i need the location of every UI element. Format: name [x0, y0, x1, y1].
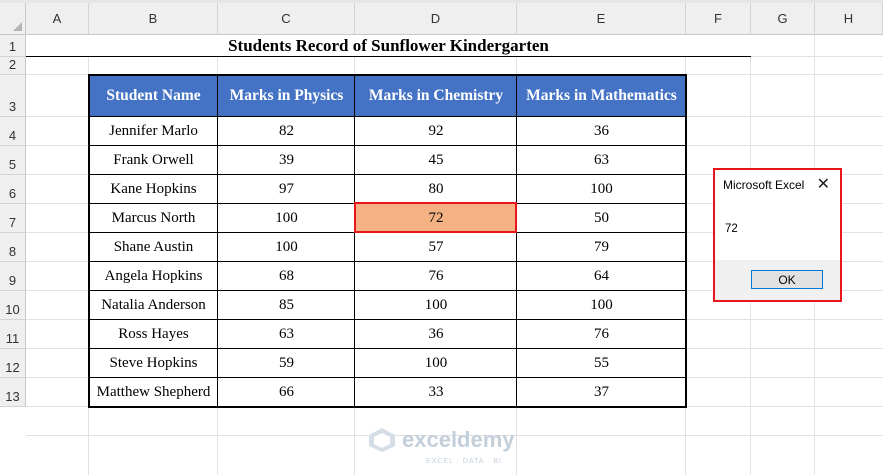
table-border-horizontal: [88, 348, 687, 349]
table-cell[interactable]: 92: [355, 117, 517, 146]
table-cell[interactable]: 57: [355, 233, 517, 262]
table-cell[interactable]: 76: [517, 320, 686, 349]
table-cell[interactable]: Matthew Shepherd: [89, 378, 218, 407]
row-header-6[interactable]: 6: [0, 175, 26, 204]
table-cell[interactable]: Ross Hayes: [89, 320, 218, 349]
table-border-horizontal: [88, 174, 687, 175]
row-header-13[interactable]: 13: [0, 378, 26, 407]
table-cell[interactable]: 66: [218, 378, 355, 407]
table-cell[interactable]: 82: [218, 117, 355, 146]
row-header-12[interactable]: 12: [0, 349, 26, 378]
table-cell[interactable]: 45: [355, 146, 517, 175]
row-header-11[interactable]: 11: [0, 320, 26, 349]
message-box: Microsoft Excel ✕ 72 OK: [713, 168, 842, 302]
watermark-tagline: EXCEL · DATA · BI: [426, 458, 502, 465]
table-border-horizontal: [88, 261, 687, 262]
table-cell[interactable]: 36: [355, 320, 517, 349]
column-header-c[interactable]: C: [218, 3, 355, 35]
table-border-horizontal: [88, 116, 687, 117]
dialog-title: Microsoft Excel: [723, 178, 805, 192]
table-cell[interactable]: 100: [218, 233, 355, 262]
table-cell[interactable]: 59: [218, 349, 355, 378]
table-border-horizontal: [88, 74, 687, 76]
table-cell[interactable]: 63: [218, 320, 355, 349]
row-header-1[interactable]: 1: [0, 35, 26, 57]
row-header-3[interactable]: 3: [0, 75, 26, 117]
row-header-10[interactable]: 10: [0, 291, 26, 320]
table-header-cell[interactable]: Student Name: [89, 75, 218, 117]
table-border-vertical: [685, 74, 687, 408]
table-header-cell[interactable]: Marks in Physics: [218, 75, 355, 117]
table-cell[interactable]: 33: [355, 378, 517, 407]
column-header-f[interactable]: F: [686, 3, 751, 35]
table-cell[interactable]: 36: [517, 117, 686, 146]
table-cell[interactable]: 37: [517, 378, 686, 407]
table-cell[interactable]: 85: [218, 291, 355, 320]
table-cell[interactable]: 50: [517, 204, 686, 233]
table-border-vertical: [217, 74, 218, 408]
table-cell[interactable]: 63: [517, 146, 686, 175]
selected-cell-highlight: [354, 202, 517, 233]
table-cell[interactable]: 100: [517, 175, 686, 204]
table-cell[interactable]: 68: [218, 262, 355, 291]
dialog-message: 72: [725, 223, 738, 235]
table-cell[interactable]: Natalia Anderson: [89, 291, 218, 320]
table-border-horizontal: [88, 290, 687, 291]
column-header-g[interactable]: G: [751, 3, 815, 35]
table-cell[interactable]: 97: [218, 175, 355, 204]
table-cell[interactable]: 64: [517, 262, 686, 291]
row-header-8[interactable]: 8: [0, 233, 26, 262]
table-header-cell[interactable]: Marks in Mathematics: [517, 75, 686, 117]
table-cell[interactable]: Shane Austin: [89, 233, 218, 262]
table-cell[interactable]: 100: [355, 349, 517, 378]
row-header-7[interactable]: 7: [0, 204, 26, 233]
watermark-name: exceldemy: [402, 427, 515, 452]
column-header-b[interactable]: B: [89, 3, 218, 35]
table-border-vertical: [354, 74, 355, 408]
row-header-9[interactable]: 9: [0, 262, 26, 291]
table-header-cell[interactable]: Marks in Chemistry: [355, 75, 517, 117]
table-cell[interactable]: Angela Hopkins: [89, 262, 218, 291]
ok-button[interactable]: OK: [751, 270, 823, 289]
table-border-vertical: [516, 74, 517, 408]
table-cell[interactable]: 100: [218, 204, 355, 233]
column-header-d[interactable]: D: [355, 3, 517, 35]
table-cell[interactable]: 100: [517, 291, 686, 320]
select-all-corner[interactable]: [0, 3, 26, 35]
table-cell[interactable]: 55: [517, 349, 686, 378]
table-border-horizontal: [88, 406, 687, 408]
table-cell[interactable]: 80: [355, 175, 517, 204]
row-header-4[interactable]: 4: [0, 117, 26, 146]
row-header-2[interactable]: 2: [0, 57, 26, 75]
close-icon[interactable]: ✕: [817, 174, 830, 194]
column-header-h[interactable]: H: [815, 3, 883, 35]
table-border-vertical: [88, 74, 90, 408]
column-header-a[interactable]: A: [26, 3, 89, 35]
table-cell[interactable]: 76: [355, 262, 517, 291]
table-border-horizontal: [88, 145, 687, 146]
column-header-e[interactable]: E: [517, 3, 686, 35]
title-underline: [26, 56, 751, 57]
table-cell[interactable]: 39: [218, 146, 355, 175]
table-cell[interactable]: Kane Hopkins: [89, 175, 218, 204]
table-border-horizontal: [88, 319, 687, 320]
row-header-5[interactable]: 5: [0, 146, 26, 175]
table-cell[interactable]: 79: [517, 233, 686, 262]
table-cell[interactable]: Marcus North: [89, 204, 218, 233]
sheet-title[interactable]: Students Record of Sunflower Kindergarte…: [26, 35, 751, 57]
table-cell[interactable]: Steve Hopkins: [89, 349, 218, 378]
watermark-tagline-wrap: EXCEL · DATA · BI: [376, 450, 502, 468]
table-border-horizontal: [88, 377, 687, 378]
table-cell[interactable]: Jennifer Marlo: [89, 117, 218, 146]
select-all-triangle-icon: [13, 22, 22, 31]
dialog-footer: OK: [715, 260, 840, 300]
table-cell[interactable]: 100: [355, 291, 517, 320]
table-cell[interactable]: Frank Orwell: [89, 146, 218, 175]
